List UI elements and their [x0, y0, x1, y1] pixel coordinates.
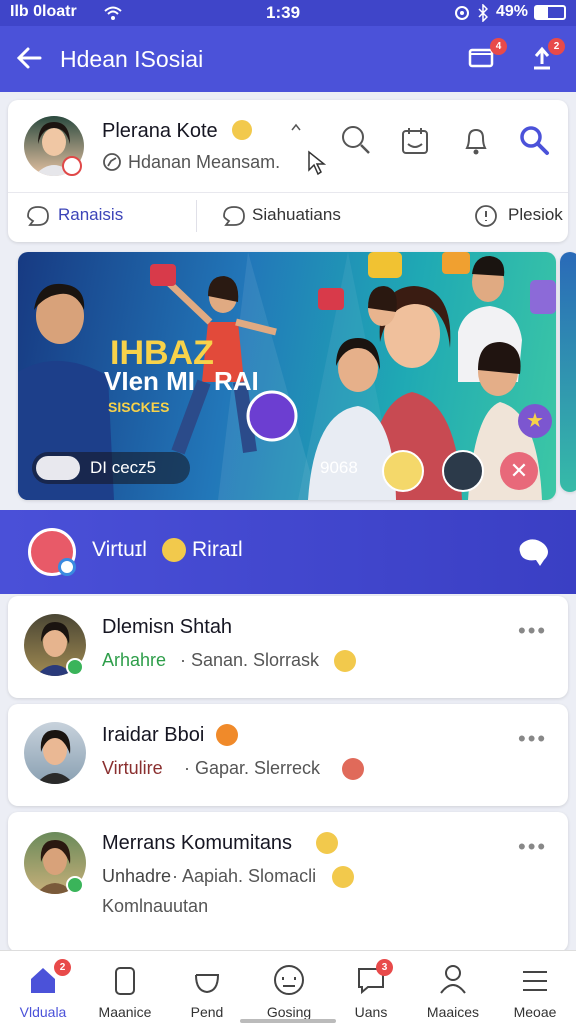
bell-icon[interactable] — [460, 124, 492, 156]
compass-icon — [103, 153, 121, 171]
chevron-up-icon[interactable] — [290, 122, 302, 132]
tab-ranaisis[interactable]: Ranaisis — [26, 202, 186, 232]
status-time: 1:39 — [266, 3, 301, 22]
chat-bubble-icon — [27, 206, 49, 226]
profile-card: Plerana Kote Hdanan Meansam. Ranaisis Si… — [8, 100, 568, 242]
feed-detail: · Sanan. Slorrask — [180, 650, 320, 670]
avatar — [24, 722, 86, 784]
star-badge-icon: ★ — [518, 404, 552, 438]
nav-label: Vlduala — [19, 1004, 67, 1020]
emoji-icon — [332, 866, 354, 888]
bluetooth-icon — [478, 4, 488, 22]
emoji-icon — [334, 650, 356, 672]
feed-name: Iraidar Bboi — [102, 724, 205, 746]
nav-badge: 2 — [54, 959, 71, 976]
cursor-icon — [308, 150, 327, 176]
tab-divider — [196, 200, 197, 232]
banner-next-peek[interactable] — [560, 252, 576, 492]
nav-label: Maaices — [426, 1004, 480, 1020]
status-bar: Ilb 0loatr 1:39 49% — [0, 0, 576, 26]
battery-icon — [534, 5, 566, 20]
banner-left-chip-text: DI cecz5 — [90, 458, 157, 477]
section-title: Virtuɪl — [92, 538, 147, 561]
speech-icon[interactable] — [516, 538, 552, 568]
list-item[interactable]: Merrans Komumitans Unhadre · Aapiah. Slo… — [8, 812, 568, 952]
back-arrow-icon[interactable] — [16, 46, 42, 70]
tab-siahuatians[interactable]: Siahuatians — [222, 202, 422, 232]
section-title-2: Riraɪl — [192, 538, 243, 561]
feed-name: Dlemisn Shtah — [102, 616, 233, 638]
calendar-icon[interactable] — [400, 126, 430, 156]
tab-plesiok[interactable]: Plesiok — [474, 202, 568, 232]
feed-detail: · Aapiah. Slomacli — [172, 866, 317, 886]
nav-label: Meoae — [513, 1004, 557, 1020]
more-options-icon[interactable]: ••• — [518, 618, 547, 644]
home-indicator — [240, 1019, 336, 1023]
nav-label: Gosing — [266, 1004, 312, 1020]
banner-left-chip[interactable]: DI cecz5 — [32, 452, 190, 484]
face-icon — [274, 965, 304, 995]
app-bar: Hdean ISosiai 4 2 — [0, 26, 576, 92]
emoji-icon — [162, 538, 186, 562]
feed-tag: Arhahre — [102, 650, 167, 670]
page-title: Hdean ISosiai — [60, 46, 204, 72]
banner-headline-4: SISCKES — [108, 399, 169, 415]
list-item[interactable]: Dlemisn Shtah Arhahre · Sanan. Slorrask … — [8, 596, 568, 698]
tab-label: Plesiok — [508, 205, 563, 224]
bottom-nav: 2 Vlduala Maanice Pend Gosing 3 Uans Maa… — [0, 950, 576, 1024]
wifi-icon — [104, 6, 122, 20]
feed-extra: Komlnauutan — [102, 896, 209, 916]
signal-carrier: Ilb 0loatr — [10, 3, 77, 20]
emoji-icon — [216, 724, 238, 746]
verified-icon — [62, 156, 82, 176]
banner-headline-3: RAI — [214, 366, 259, 396]
banner-avatar-1[interactable] — [382, 450, 424, 492]
online-badge — [66, 876, 84, 894]
nav-label: Pend — [190, 1004, 224, 1020]
nav-badge: 3 — [376, 959, 393, 976]
globe-icon — [58, 558, 76, 576]
upload-badge: 2 — [548, 38, 565, 55]
search-icon[interactable] — [518, 124, 550, 156]
phone-icon — [115, 967, 135, 995]
bowl-icon — [195, 974, 220, 994]
promo-banner[interactable]: IHBAZ VIen MI RAI SISCKES DI cecz5 9068 … — [18, 252, 556, 500]
emoji-icon — [342, 758, 364, 780]
profile-divider — [8, 192, 568, 193]
notification-button[interactable]: 4 — [468, 38, 507, 74]
feed-name: Merrans Komumitans — [102, 832, 293, 854]
profile-subtitle: Hdanan Meansam. — [128, 152, 281, 172]
notification-badge: 4 — [490, 38, 507, 55]
tab-label: Ranaisis — [58, 205, 124, 224]
banner-avatar-2[interactable] — [442, 450, 484, 492]
banner-right-chip: 9068 — [320, 458, 358, 477]
eye-icon — [455, 6, 469, 20]
section-header: Virtuɪl Riraɪl — [0, 510, 576, 594]
emoji-icon — [232, 120, 252, 140]
menu-icon — [523, 971, 547, 991]
info-icon — [475, 205, 497, 227]
feed-tag: Unhadre — [102, 866, 172, 886]
nav-label: Uans — [354, 1004, 388, 1020]
tab-label: Siahuatians — [252, 205, 341, 224]
user-icon — [440, 965, 466, 994]
feed-detail: · Gapar. Slerreck — [184, 758, 321, 778]
upload-button[interactable]: 2 — [530, 38, 565, 74]
camera-icon — [36, 456, 80, 480]
chat-icon — [223, 206, 245, 226]
online-badge — [66, 658, 84, 676]
profile-name: Plerana Kote — [102, 120, 218, 142]
close-icon[interactable]: ✕ — [500, 452, 538, 490]
list-item[interactable]: Iraidar Bboi Virtulire · Gapar. Slerreck… — [8, 704, 568, 806]
battery-level: 49% — [496, 3, 529, 20]
search-outline-icon[interactable] — [340, 124, 372, 156]
emoji-icon — [316, 832, 338, 854]
more-options-icon[interactable]: ••• — [518, 834, 547, 860]
banner-headline-2: VIen MI — [104, 366, 195, 396]
nav-label: Maanice — [98, 1004, 152, 1020]
more-options-icon[interactable]: ••• — [518, 726, 547, 752]
feed-tag: Virtulire — [102, 758, 163, 778]
